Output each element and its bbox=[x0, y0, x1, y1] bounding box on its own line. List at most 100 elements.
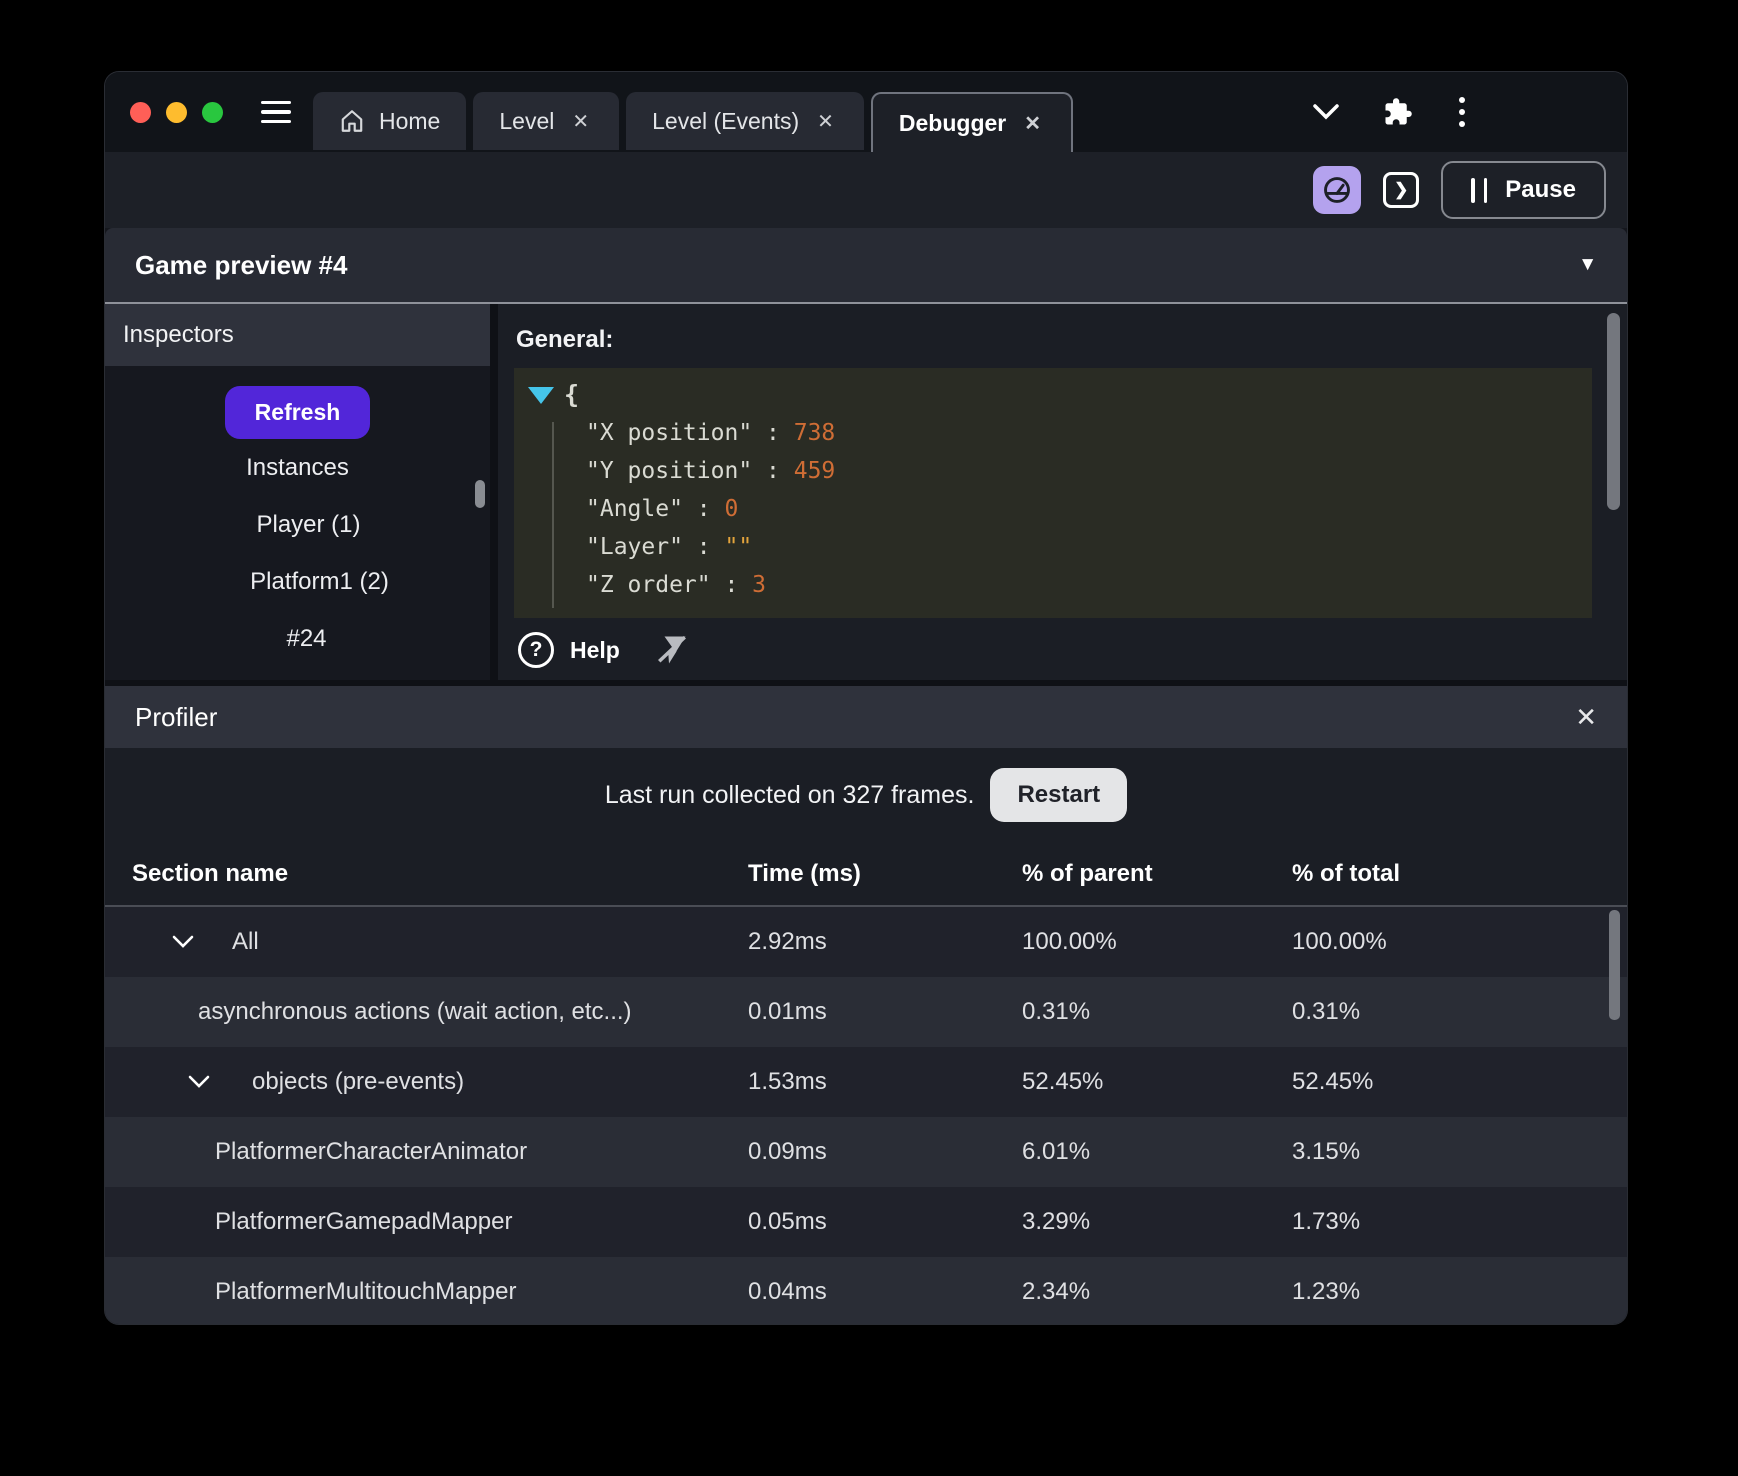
tab-label: Level bbox=[499, 107, 555, 134]
profiler-run-status: Last run collected on 327 frames. bbox=[604, 780, 975, 809]
tab-bar: Home Level ✕ Level (Events) ✕ Debugger ✕ bbox=[313, 92, 1080, 152]
inspector-item-instances[interactable]: Instances bbox=[105, 439, 490, 496]
preview-dropdown-icon[interactable]: ▼ bbox=[1578, 254, 1597, 276]
z-order-value[interactable]: 3 bbox=[752, 572, 766, 598]
close-tab-icon[interactable]: ✕ bbox=[568, 107, 593, 136]
hamburger-menu-icon[interactable] bbox=[261, 100, 291, 124]
chevron-down-icon[interactable] bbox=[1313, 104, 1339, 120]
tab-level[interactable]: Level ✕ bbox=[473, 92, 620, 150]
section-time: 0.05ms bbox=[748, 1208, 827, 1235]
table-row-async-actions: asynchronous actions (wait action, etc..… bbox=[105, 977, 1627, 1047]
tab-label: Debugger bbox=[898, 109, 1007, 136]
help-icon[interactable]: ? bbox=[518, 632, 554, 668]
unpin-icon[interactable] bbox=[654, 632, 690, 668]
profiler-scrollbar-thumb[interactable] bbox=[1609, 910, 1620, 1020]
fullscreen-window-button[interactable] bbox=[202, 101, 223, 123]
layer-value[interactable]: "" bbox=[724, 534, 752, 560]
section-percent-total: 100.00% bbox=[1292, 928, 1387, 955]
section-time: 0.09ms bbox=[748, 1138, 827, 1165]
section-percent-parent: 0.31% bbox=[1022, 998, 1091, 1025]
close-tab-icon[interactable]: ✕ bbox=[1020, 109, 1045, 138]
section-percent-total: 3.15% bbox=[1292, 1138, 1361, 1165]
home-icon bbox=[341, 110, 363, 132]
minimize-window-button[interactable] bbox=[166, 101, 187, 123]
section-percent-parent: 52.45% bbox=[1022, 1068, 1104, 1095]
help-label: Help bbox=[570, 636, 620, 663]
column-header-percent-parent: % of parent bbox=[1022, 859, 1153, 887]
collapse-triangle-icon[interactable] bbox=[528, 386, 554, 404]
collapse-chevron-icon[interactable] bbox=[172, 935, 194, 949]
json-line-angle: "Angle" : 0 bbox=[586, 496, 739, 522]
game-preview-header: Game preview #4 ▼ bbox=[105, 228, 1627, 302]
table-row-objects-pre-events[interactable]: objects (pre-events) 1.53ms 52.45% 52.45… bbox=[105, 1047, 1627, 1117]
profiler-table-header: Section name Time (ms) % of parent % of … bbox=[105, 842, 1627, 907]
section-name: PlatformerCharacterAnimator bbox=[215, 1138, 528, 1165]
inspectors-title: Inspectors bbox=[123, 321, 234, 348]
profiler-table: Section name Time (ms) % of parent % of … bbox=[105, 842, 1627, 1324]
tab-level-events[interactable]: Level (Events) ✕ bbox=[626, 92, 864, 150]
section-time: 2.92ms bbox=[748, 928, 827, 955]
json-line-y-position: "Y position" : 459 bbox=[586, 458, 836, 484]
section-name: PlatformerGamepadMapper bbox=[215, 1208, 513, 1235]
profiler-header: Profiler ✕ bbox=[105, 686, 1627, 748]
titlebar-actions bbox=[1313, 95, 1467, 129]
pause-icon bbox=[1471, 177, 1488, 203]
general-section-title: General: bbox=[516, 326, 614, 353]
debugger-toolbar: ❯ Pause bbox=[105, 152, 1627, 228]
section-time: 0.04ms bbox=[748, 1278, 827, 1305]
json-line-layer: "Layer" : "" bbox=[586, 534, 753, 560]
section-percent-parent: 2.34% bbox=[1022, 1278, 1091, 1305]
help-row: ? Help bbox=[514, 632, 1627, 668]
tab-debugger[interactable]: Debugger ✕ bbox=[870, 92, 1073, 152]
inspector-item-player[interactable]: Player (1) bbox=[105, 496, 501, 553]
section-percent-total: 0.31% bbox=[1292, 998, 1361, 1025]
restart-button[interactable]: Restart bbox=[990, 768, 1128, 822]
y-position-value[interactable]: 459 bbox=[794, 458, 836, 484]
instance-properties-json: { "X position" : 738 "Y position" : 459 … bbox=[514, 368, 1592, 618]
titlebar: Home Level ✕ Level (Events) ✕ Debugger ✕ bbox=[105, 72, 1627, 152]
inspectors-scrollbar-thumb[interactable] bbox=[475, 480, 485, 508]
section-time: 0.01ms bbox=[748, 998, 827, 1025]
gauge-icon bbox=[1324, 177, 1351, 203]
section-percent-parent: 100.00% bbox=[1022, 928, 1117, 955]
close-tab-icon[interactable]: ✕ bbox=[813, 107, 838, 136]
console-button[interactable]: ❯ bbox=[1383, 172, 1420, 208]
json-line-z-order: "Z order" : 3 bbox=[586, 572, 767, 598]
app-window: Home Level ✕ Level (Events) ✕ Debugger ✕ bbox=[105, 72, 1627, 1324]
x-position-value[interactable]: 738 bbox=[794, 420, 836, 446]
json-root-line: { bbox=[528, 376, 1592, 414]
tab-home[interactable]: Home bbox=[313, 92, 467, 150]
profiler-panel: Last run collected on 327 frames. Restar… bbox=[105, 748, 1627, 1324]
section-name: objects (pre-events) bbox=[252, 1068, 465, 1095]
section-name: All bbox=[232, 928, 259, 955]
section-percent-parent: 6.01% bbox=[1022, 1138, 1091, 1165]
general-scrollbar-thumb[interactable] bbox=[1607, 313, 1620, 510]
inspectors-panel: Inspectors Refresh Instances Player (1) … bbox=[105, 304, 498, 680]
angle-value[interactable]: 0 bbox=[724, 496, 738, 522]
close-window-button[interactable] bbox=[130, 101, 151, 123]
table-row-platformer-multitouch-mapper: PlatformerMultitouchMapper 0.04ms 2.34% … bbox=[105, 1257, 1627, 1324]
general-panel: General: { "X position" : 738 "Y positio… bbox=[498, 304, 1627, 680]
table-row-platformer-character-animator: PlatformerCharacterAnimator 0.09ms 6.01%… bbox=[105, 1117, 1627, 1187]
console-prompt-icon: ❯ bbox=[1394, 180, 1409, 199]
section-percent-total: 52.45% bbox=[1292, 1068, 1374, 1095]
profiler-close-icon[interactable]: ✕ bbox=[1575, 702, 1597, 733]
inspector-item-platform1[interactable]: Platform1 (2) bbox=[105, 553, 512, 610]
page-title: Game preview #4 bbox=[135, 249, 348, 280]
tab-label: Level (Events) bbox=[652, 107, 800, 134]
section-time: 1.53ms bbox=[748, 1068, 827, 1095]
table-row-all[interactable]: All 2.92ms 100.00% 100.00% bbox=[105, 907, 1627, 977]
inspector-item-24[interactable]: #24 bbox=[105, 610, 499, 667]
pause-button[interactable]: Pause bbox=[1441, 161, 1606, 219]
traffic-lights bbox=[130, 101, 223, 123]
profiler-title: Profiler bbox=[135, 701, 218, 732]
profiler-run-row: Last run collected on 327 frames. Restar… bbox=[105, 748, 1627, 842]
profiler-toggle-button[interactable] bbox=[1313, 166, 1362, 214]
indent-guide bbox=[552, 422, 554, 608]
kebab-menu-icon[interactable] bbox=[1457, 95, 1467, 129]
extensions-puzzle-icon[interactable] bbox=[1383, 97, 1413, 127]
section-name: PlatformerMultitouchMapper bbox=[215, 1278, 517, 1305]
refresh-button[interactable]: Refresh bbox=[224, 386, 371, 439]
collapse-chevron-icon[interactable] bbox=[188, 1075, 210, 1089]
pause-label: Pause bbox=[1505, 176, 1576, 203]
